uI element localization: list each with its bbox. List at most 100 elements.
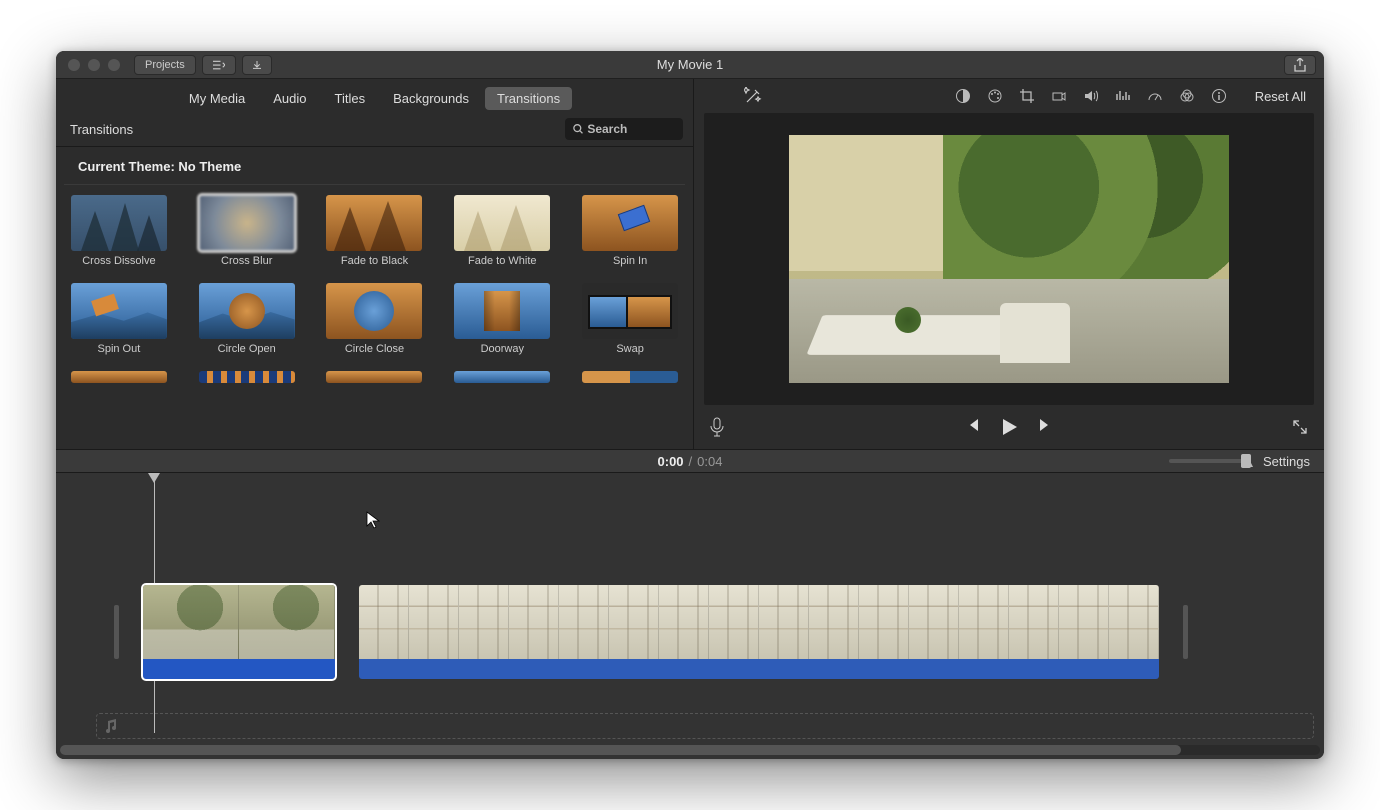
preview-panel: Reset All: [694, 79, 1324, 449]
transition-thumbnail: [582, 371, 678, 383]
transition-doorway[interactable]: Doorway: [447, 283, 557, 355]
transition-thumbnail: [454, 371, 550, 383]
transition-thumbnail: [326, 283, 422, 339]
transition-circle-open[interactable]: Circle Open: [192, 283, 302, 355]
equalizer-icon: [1115, 88, 1131, 104]
list-icon: [213, 59, 225, 71]
library-list-button[interactable]: [202, 55, 236, 75]
transition-peek[interactable]: [575, 371, 685, 383]
transition-thumbnail: [582, 195, 678, 251]
clip-trim-handle-left[interactable]: [114, 605, 119, 659]
transition-peek[interactable]: [192, 371, 302, 383]
search-field[interactable]: [565, 118, 683, 140]
transition-thumbnail: [71, 283, 167, 339]
overlap-circles-icon: [1179, 88, 1195, 104]
settings-button[interactable]: Settings: [1263, 454, 1310, 469]
app-window: Projects My Movie 1 My MediaAudioTitlesB…: [56, 51, 1324, 759]
stabilization-button[interactable]: [1045, 85, 1073, 107]
close-window-button[interactable]: [68, 59, 80, 71]
transition-label: Swap: [616, 343, 644, 355]
play-icon: [999, 417, 1019, 437]
transition-fade-to-black[interactable]: Fade to Black: [320, 195, 430, 267]
color-correction-button[interactable]: [981, 85, 1009, 107]
noise-reduction-button[interactable]: [1109, 85, 1137, 107]
tab-transitions[interactable]: Transitions: [485, 87, 572, 110]
transition-circle-close[interactable]: Circle Close: [320, 283, 430, 355]
clip-trim-handle-right[interactable]: [1183, 605, 1188, 659]
transition-swap[interactable]: Swap: [575, 283, 685, 355]
current-theme-label: Current Theme: No Theme: [64, 147, 685, 185]
timeline[interactable]: [56, 473, 1324, 759]
transition-label: Spin Out: [97, 343, 140, 355]
color-balance-button[interactable]: [949, 85, 977, 107]
speaker-icon: [1083, 88, 1099, 104]
viewer-toolbar: Reset All: [694, 79, 1324, 113]
transition-spin-in[interactable]: Spin In: [575, 195, 685, 267]
browser-tabs: My MediaAudioTitlesBackgroundsTransition…: [56, 79, 693, 112]
clip-audio-strip[interactable]: [359, 659, 1159, 679]
time-separator: /: [689, 454, 693, 469]
transition-label: Circle Open: [218, 343, 276, 355]
palette-icon: [987, 88, 1003, 104]
transition-peek[interactable]: [64, 371, 174, 383]
share-icon: [1294, 58, 1306, 72]
transition-label: Fade to White: [468, 255, 536, 267]
preview-frame: [789, 135, 1229, 383]
crop-button[interactable]: [1013, 85, 1041, 107]
transport-bar: [694, 405, 1324, 449]
timeline-zoom-slider[interactable]: [1169, 459, 1249, 463]
transition-spin-out[interactable]: Spin Out: [64, 283, 174, 355]
speed-button[interactable]: [1141, 85, 1169, 107]
reset-all-button[interactable]: Reset All: [1255, 89, 1306, 104]
mouse-cursor: [366, 511, 380, 529]
transition-fade-to-white[interactable]: Fade to White: [447, 195, 557, 267]
transition-thumbnail: [454, 195, 550, 251]
crop-icon: [1019, 88, 1035, 104]
info-icon: [1211, 88, 1227, 104]
transition-thumbnail: [454, 283, 550, 339]
voiceover-button[interactable]: [710, 417, 724, 437]
color-filter-button[interactable]: [1173, 85, 1201, 107]
transition-label: Doorway: [481, 343, 524, 355]
skip-back-icon: [965, 417, 981, 433]
info-button[interactable]: [1205, 85, 1233, 107]
titlebar: Projects My Movie 1: [56, 51, 1324, 79]
video-clip-1[interactable]: [143, 585, 335, 679]
video-clip-2[interactable]: [359, 585, 1159, 679]
zoom-window-button[interactable]: [108, 59, 120, 71]
next-button[interactable]: [1037, 417, 1053, 437]
tab-titles[interactable]: Titles: [323, 87, 378, 110]
transition-thumbnail: [199, 195, 295, 251]
share-button[interactable]: [1284, 55, 1316, 75]
enhance-button[interactable]: [744, 87, 762, 105]
current-time: 0:00: [658, 454, 684, 469]
expand-icon: [1292, 419, 1308, 435]
transition-cross-dissolve[interactable]: Cross Dissolve: [64, 195, 174, 267]
tab-audio[interactable]: Audio: [261, 87, 318, 110]
import-button[interactable]: [242, 55, 272, 75]
clip-audio-strip[interactable]: [143, 659, 335, 679]
transition-label: Fade to Black: [341, 255, 408, 267]
prev-button[interactable]: [965, 417, 981, 437]
audio-track[interactable]: [96, 713, 1314, 739]
preview-viewport[interactable]: [704, 113, 1314, 405]
browser-section-title: Transitions: [70, 122, 133, 137]
fullscreen-button[interactable]: [1292, 419, 1308, 435]
projects-button[interactable]: Projects: [134, 55, 196, 75]
transitions-grid: Cross DissolveCross Blur Fade to Black Fad…: [56, 185, 693, 393]
transition-peek[interactable]: [447, 371, 557, 383]
transition-cross-blur[interactable]: Cross Blur: [192, 195, 302, 267]
window-controls: [56, 59, 120, 71]
transition-thumbnail: [71, 195, 167, 251]
play-button[interactable]: [999, 417, 1019, 437]
clip-track: [114, 585, 1188, 679]
search-input[interactable]: [587, 122, 675, 136]
tab-backgrounds[interactable]: Backgrounds: [381, 87, 481, 110]
tab-my-media[interactable]: My Media: [177, 87, 257, 110]
minimize-window-button[interactable]: [88, 59, 100, 71]
transition-peek[interactable]: [320, 371, 430, 383]
volume-button[interactable]: [1077, 85, 1105, 107]
music-note-icon: [105, 718, 119, 734]
timeline-scrollbar[interactable]: [60, 745, 1320, 755]
speedometer-icon: [1147, 88, 1163, 104]
